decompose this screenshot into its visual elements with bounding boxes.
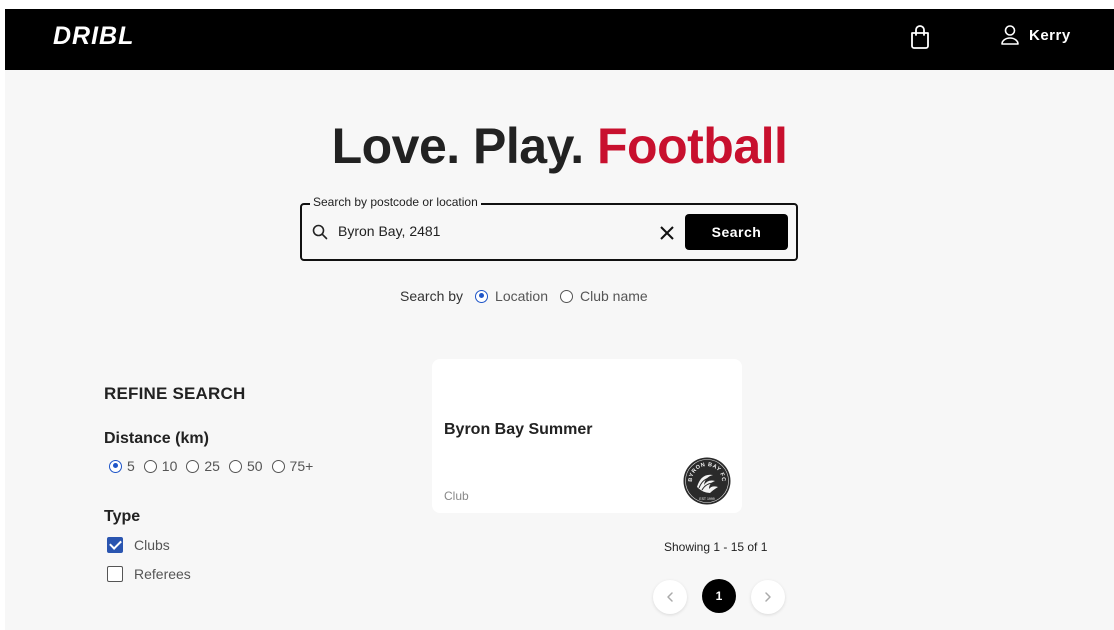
next-page-button[interactable] [751,580,785,614]
clear-search-icon[interactable] [658,224,676,242]
hero-title-accent: Football [597,118,788,174]
page: DRIBL Kerry Love. Play. Football Search … [5,9,1114,630]
user-menu-button[interactable]: Kerry [1000,23,1071,47]
distance-radio[interactable] [271,459,285,473]
top-navigation-bar: DRIBL Kerry [5,9,1114,70]
club-type: Club [444,489,469,503]
search-by-label: Search by [400,288,464,304]
cart-button[interactable] [905,22,935,52]
type-title: Type [104,508,141,525]
referees-label: Referees [134,566,191,582]
club-result-card[interactable]: Byron Bay Summer Club BYRON BAY FC EST 1… [432,359,742,513]
clubs-checkbox[interactable] [107,537,123,553]
radio-location[interactable] [475,289,489,303]
distance-radio[interactable] [186,459,200,473]
distance-label: 10 [161,458,178,474]
club-name: Byron Bay Summer [444,421,593,438]
distance-option-5[interactable]: 5 [109,458,135,474]
chevron-left-icon [667,592,673,602]
distance-option-25[interactable]: 25 [186,458,220,474]
chevron-right-icon [765,592,771,602]
club-logo-year: EST 1999 [699,497,715,501]
distance-radio[interactable] [228,459,242,473]
user-name: Kerry [1029,26,1071,44]
search-by-options: Search by Location Club name [400,286,648,306]
refine-search-title: REFINE SEARCH [104,384,246,403]
radio-location-label[interactable]: Location [495,288,548,304]
radio-club-name-label[interactable]: Club name [580,288,648,304]
distance-label: 5 [127,458,135,474]
shopping-bag-icon [911,25,929,49]
distance-label: 50 [246,458,263,474]
clubs-label: Clubs [134,537,170,553]
page-button-current[interactable]: 1 [702,579,736,613]
referees-checkbox[interactable] [107,566,123,582]
type-option-referees[interactable]: Referees [107,566,191,582]
search-field-label: Search by postcode or location [310,195,481,209]
distance-option-10[interactable]: 10 [143,458,178,474]
user-icon [1001,25,1019,45]
distance-label: 75+ [289,458,314,474]
distance-option-50[interactable]: 50 [228,458,263,474]
search-icon [312,224,328,240]
distance-radio[interactable] [109,459,122,473]
location-search-input[interactable] [338,219,638,243]
results-count: Showing 1 - 15 of 1 [664,540,768,554]
distance-option-75-plus[interactable]: 75+ [271,458,314,474]
radio-club-name[interactable] [559,289,573,303]
distance-radio[interactable] [143,459,157,473]
distance-label: 25 [204,458,220,474]
hero-title: Love. Play. Football [5,117,1114,175]
distance-title: Distance (km) [104,430,209,447]
previous-page-button[interactable] [653,580,687,614]
club-logo: BYRON BAY FC EST 1999 [683,457,731,505]
location-search-box: Search by postcode or location Search [300,195,798,261]
dribl-logo[interactable]: DRIBL [53,22,134,51]
hero-title-main: Love. Play. [331,118,597,174]
type-option-clubs[interactable]: Clubs [107,537,170,553]
distance-options: 5 10 25 50 75+ [109,458,322,474]
search-button[interactable]: Search [685,214,788,250]
